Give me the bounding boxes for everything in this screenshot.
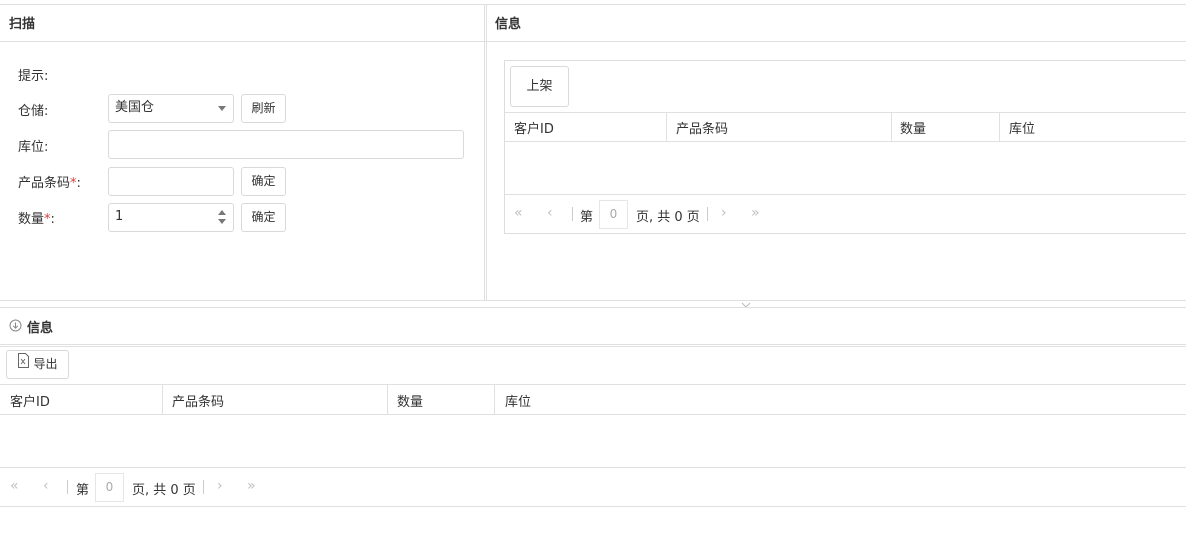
caret-down-icon: [218, 106, 226, 111]
column-header-customer-id[interactable]: 客户ID: [514, 118, 554, 137]
column-header-barcode[interactable]: 产品条码: [676, 118, 728, 137]
export-button-label: 导出: [33, 357, 58, 371]
scan-panel-title: 扫描: [9, 17, 36, 32]
pager-divider: [572, 207, 573, 221]
splitter-handle-icon[interactable]: [740, 298, 752, 308]
warehouse-select-value: 美国仓: [115, 100, 155, 115]
location-input[interactable]: [108, 130, 464, 159]
shelve-button[interactable]: 上架: [510, 66, 569, 107]
column-header-location[interactable]: 库位: [1009, 118, 1035, 137]
quantity-confirm-button[interactable]: 确定: [241, 203, 286, 232]
column-header-quantity[interactable]: 数量: [397, 391, 423, 410]
pager-divider: [67, 480, 68, 494]
spinner-down-icon[interactable]: [218, 219, 226, 224]
refresh-button[interactable]: 刷新: [241, 94, 286, 123]
location-label: 库位:: [18, 140, 49, 155]
quantity-value: 1: [115, 209, 124, 224]
export-button[interactable]: 导出: [6, 350, 69, 379]
column-header-quantity[interactable]: 数量: [900, 118, 926, 137]
next-page-icon[interactable]: ›: [721, 205, 727, 221]
collapse-icon[interactable]: [9, 319, 22, 332]
page-total-label: 页, 共 0 页: [636, 210, 700, 225]
warehouse-select[interactable]: 美国仓: [108, 94, 234, 123]
page-total-label: 页, 共 0 页: [132, 483, 196, 498]
page-number-input[interactable]: 0: [599, 200, 628, 229]
barcode-confirm-button[interactable]: 确定: [241, 167, 286, 196]
next-page-icon[interactable]: ›: [217, 478, 223, 494]
column-header-barcode[interactable]: 产品条码: [172, 391, 224, 410]
last-page-icon[interactable]: »: [247, 478, 256, 494]
spinner-up-icon[interactable]: [218, 210, 226, 215]
barcode-input[interactable]: [108, 167, 234, 196]
page-prefix: 第: [580, 210, 594, 225]
page-prefix: 第: [76, 483, 90, 498]
pager-divider: [707, 207, 708, 221]
prev-page-icon[interactable]: ‹: [43, 478, 49, 494]
pager-divider: [203, 480, 204, 494]
quantity-stepper[interactable]: 1: [108, 203, 234, 232]
warehouse-label: 仓储:: [18, 104, 49, 119]
first-page-icon[interactable]: «: [10, 478, 19, 494]
page-number-input[interactable]: 0: [95, 473, 124, 502]
excel-file-icon: [17, 351, 30, 378]
barcode-label: 产品条码*:: [18, 176, 81, 191]
quantity-label: 数量*:: [18, 212, 55, 227]
prev-page-icon[interactable]: ‹: [547, 205, 553, 221]
info-panel-title: 信息: [495, 17, 522, 32]
column-header-customer-id[interactable]: 客户ID: [10, 391, 50, 410]
hint-label: 提示:: [18, 69, 49, 84]
last-page-icon[interactable]: »: [751, 205, 760, 221]
column-header-location[interactable]: 库位: [505, 391, 531, 410]
first-page-icon[interactable]: «: [514, 205, 523, 221]
bottom-info-panel-title: 信息: [27, 321, 54, 336]
